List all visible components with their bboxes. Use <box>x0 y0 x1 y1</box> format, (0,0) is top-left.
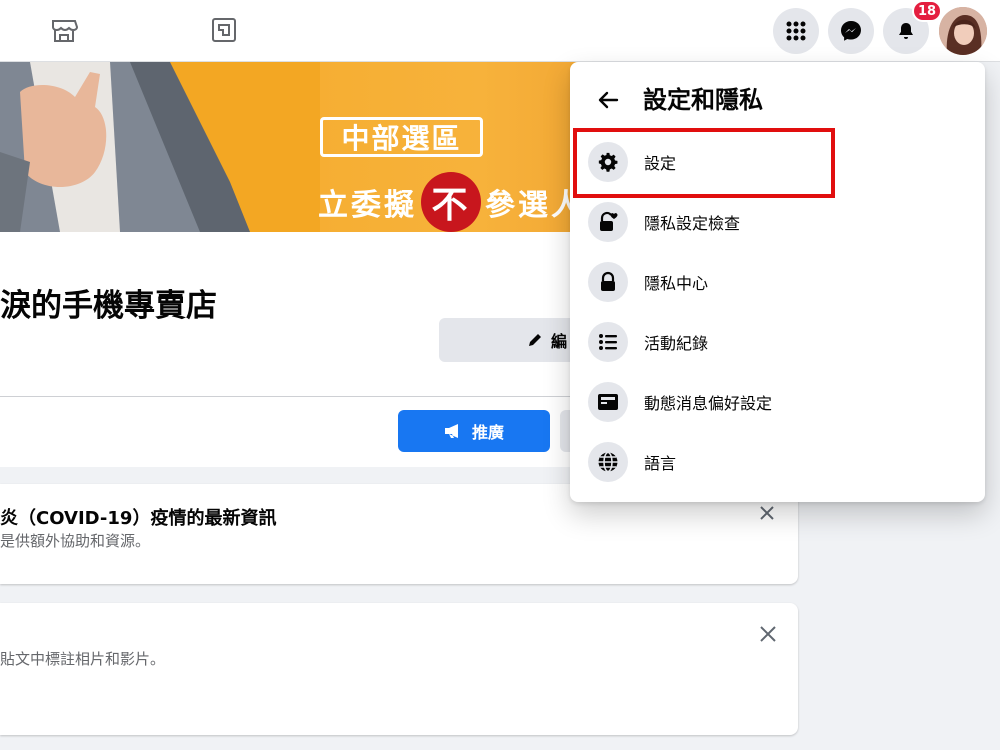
lock-icon <box>588 262 628 302</box>
photo-tag-card: 貼文中標註相片和影片。 <box>0 603 798 735</box>
avatar[interactable] <box>939 7 987 55</box>
menu-item-label: 動態消息偏好設定 <box>644 394 773 413</box>
close-icon[interactable] <box>755 501 779 525</box>
pencil-icon <box>529 334 541 346</box>
menu-grid-button[interactable] <box>773 8 819 54</box>
menu-item-privacy-checkup[interactable]: 隱私設定檢查 <box>578 194 978 250</box>
close-icon[interactable] <box>756 622 780 646</box>
cover-headline-circle: 不 <box>421 172 481 232</box>
notification-count-badge: 18 <box>912 0 943 22</box>
thumbs-up-person-image <box>0 62 320 232</box>
edit-button-label: 編 <box>551 332 568 351</box>
bell-icon <box>899 23 913 39</box>
menu-item-label: 語言 <box>644 454 677 473</box>
gear-icon <box>588 142 628 182</box>
menu-item-label: 隱私設定檢查 <box>644 214 741 233</box>
card-title: 炎（COVID-19）疫情的最新資訊 <box>0 508 277 529</box>
menu-item-settings[interactable]: 設定 <box>578 134 978 190</box>
menu-item-label: 隱私中心 <box>644 274 709 293</box>
messenger-icon <box>841 21 861 41</box>
megaphone-icon <box>444 424 458 438</box>
menu-item-feed-preferences[interactable]: 動態消息偏好設定 <box>578 374 978 430</box>
card-subtitle: 貼文中標註相片和影片。 <box>0 650 166 668</box>
menu-item-label: 設定 <box>644 154 677 173</box>
list-icon <box>588 322 628 362</box>
cover-headline: 立委擬 不 參選人 <box>318 172 584 232</box>
feed-icon <box>588 382 628 422</box>
back-arrow-icon[interactable] <box>590 82 626 118</box>
menu-item-label: 活動紀錄 <box>644 334 709 353</box>
menu-item-language[interactable]: 語言 <box>578 434 978 490</box>
cover-headline-left: 立委擬 <box>318 188 417 223</box>
menu-item-privacy-center[interactable]: 隱私中心 <box>578 254 978 310</box>
cover-tag-text: 中部選區 <box>320 117 483 157</box>
promote-button-label: 推廣 <box>471 423 504 442</box>
promote-button[interactable]: 推廣 <box>398 410 550 452</box>
page-title: 淚的手機專賣店 <box>0 288 217 324</box>
card-subtitle: 是供額外協助和資源。 <box>0 532 151 550</box>
messenger-button[interactable] <box>828 8 874 54</box>
marketplace-icon[interactable] <box>48 14 80 46</box>
top-navigation-bar: 18 <box>0 0 1000 62</box>
menu-item-activity-log[interactable]: 活動紀錄 <box>578 314 978 370</box>
pages-icon[interactable] <box>208 14 240 46</box>
lock-heart-icon <box>588 202 628 242</box>
globe-icon <box>588 442 628 482</box>
settings-privacy-menu: 設定和隱私 設定 隱私設定檢查 隱私中心 活動紀錄 動態消息偏好設定 語言 <box>570 62 985 502</box>
menu-title: 設定和隱私 <box>643 86 763 114</box>
grid-icon <box>786 21 806 41</box>
